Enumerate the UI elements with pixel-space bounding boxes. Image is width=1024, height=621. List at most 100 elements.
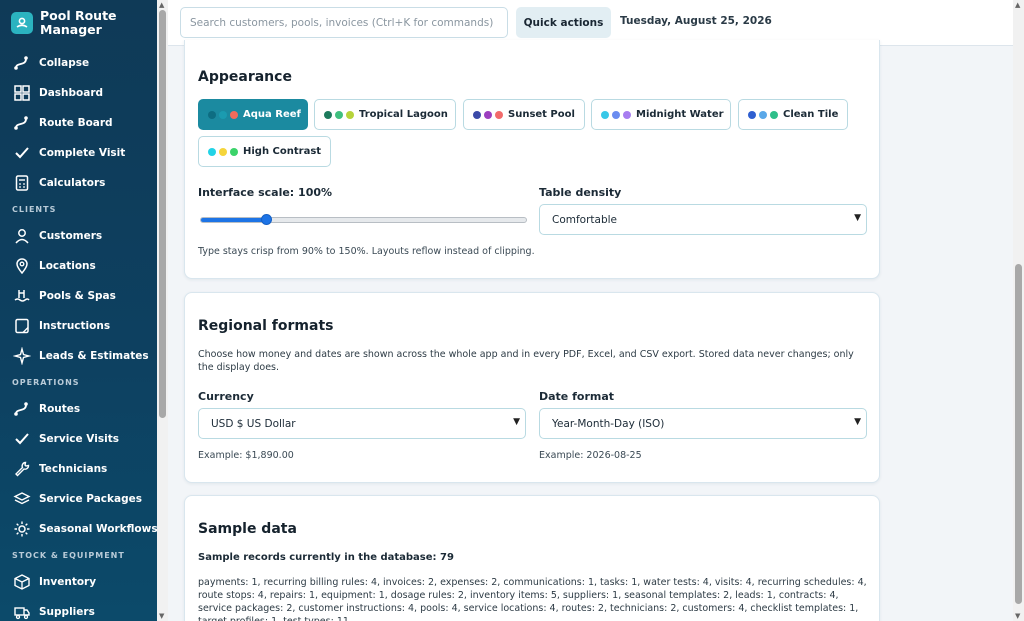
search-input[interactable] [180, 7, 508, 38]
sidebar-item-collapse[interactable]: Collapse [0, 48, 157, 78]
currency-select[interactable]: USD $ US Dollar ▼ [198, 408, 526, 439]
sidebar-item-dashboard[interactable]: Dashboard [0, 78, 157, 108]
sidebar-item-label: Customers [39, 230, 103, 242]
table-density-select[interactable]: Comfortable ▼ [539, 204, 867, 235]
brand-logo-icon [11, 12, 33, 34]
theme-sunset-pool-button[interactable]: Sunset Pool [463, 99, 585, 130]
theme-clean-tile-button[interactable]: Clean Tile [738, 99, 848, 130]
sidebar-item-label: Technicians [39, 463, 108, 475]
sidebar-item-instructions[interactable]: Instructions [0, 311, 157, 341]
sidebar-item-label: Routes [39, 403, 81, 415]
interface-scale-thumb[interactable] [261, 214, 273, 225]
chevron-down-icon: ▼ [854, 417, 861, 427]
sparkle-icon [13, 347, 31, 365]
scroll-down-icon[interactable]: ▼ [159, 612, 164, 620]
sidebar-item-suppliers[interactable]: Suppliers [0, 597, 157, 621]
regional-formats-description: Choose how money and dates are shown acr… [198, 349, 854, 373]
sidebar-item-customers[interactable]: Customers [0, 221, 157, 251]
color-swatch-icon [335, 110, 343, 119]
sidebar-item-label: Instructions [39, 320, 111, 332]
check-icon [13, 430, 31, 448]
regional-formats-card: Regional formats Choose how money and da… [184, 292, 880, 483]
note-icon [13, 317, 31, 335]
color-swatch-icon [612, 110, 620, 119]
sidebar-item-label: Leads & Estimates [39, 350, 149, 362]
sidebar-scrollbar-thumb[interactable] [159, 10, 166, 418]
currency-label: Currency [198, 390, 254, 403]
color-swatch-icon [346, 110, 354, 119]
sidebar-item-leads-and-estimates[interactable]: Leads & Estimates [0, 341, 157, 371]
table-density-value: Comfortable [552, 213, 618, 226]
main-scrollbar[interactable]: ▲ ▼ [1013, 0, 1024, 621]
sample-data-title: Sample data [198, 521, 297, 537]
dashboard-icon [13, 84, 31, 102]
current-date: Tuesday, August 25, 2026 [620, 15, 772, 27]
layers-icon [13, 490, 31, 508]
sidebar-item-technicians[interactable]: Technicians [0, 454, 157, 484]
theme-label: Clean Tile [783, 109, 839, 120]
sidebar-item-label: Dashboard [39, 87, 104, 99]
sidebar-item-service-packages[interactable]: Service Packages [0, 484, 157, 514]
sidebar-item-calculators[interactable]: Calculators [0, 168, 157, 198]
sidebar-item-label: Route Board [39, 117, 113, 129]
calculator-icon [13, 174, 31, 192]
sidebar-section-stock-and-equipment: STOCK & EQUIPMENT [12, 551, 125, 560]
date-format-label: Date format [539, 390, 615, 403]
user-icon [13, 227, 31, 245]
scroll-up-icon[interactable]: ▲ [159, 1, 164, 9]
sidebar-item-label: Service Visits [39, 433, 119, 445]
sample-records-summary: Sample records currently in the database… [198, 552, 454, 563]
color-swatch-icon [770, 110, 778, 119]
check-icon [13, 144, 31, 162]
wrench-icon [13, 460, 31, 478]
sidebar-nav: Collapse Dashboard Route Board Complete Vis… [0, 48, 157, 621]
truck-icon [13, 603, 31, 621]
table-density-label: Table density [539, 186, 622, 199]
sidebar-item-complete-visit[interactable]: Complete Visit [0, 138, 157, 168]
color-swatch-icon [208, 110, 216, 119]
theme-aqua-reef-button[interactable]: Aqua Reef [198, 99, 308, 130]
sidebar-item-routes[interactable]: Routes [0, 394, 157, 424]
sidebar-item-label: Collapse [39, 57, 90, 69]
app-name: Pool Route Manager [40, 8, 117, 37]
quick-actions-button[interactable]: Quick actions [516, 7, 611, 38]
sidebar-item-label: Inventory [39, 576, 97, 588]
sidebar-item-service-visits[interactable]: Service Visits [0, 424, 157, 454]
pin-icon [13, 257, 31, 275]
date-format-example: Example: 2026-08-25 [539, 450, 642, 461]
sidebar-item-route-board[interactable]: Route Board [0, 108, 157, 138]
interface-scale-slider[interactable] [200, 214, 527, 225]
sidebar-item-locations[interactable]: Locations [0, 251, 157, 281]
route-icon [13, 114, 31, 132]
pool-icon [13, 287, 31, 305]
sample-records-prefix: Sample records currently in the database… [198, 552, 437, 563]
sidebar-item-label: Seasonal Workflows [39, 523, 157, 535]
scale-hint: Type stays crisp from 90% to 150%. Layou… [198, 246, 535, 257]
theme-high-contrast-button[interactable]: High Contrast [198, 136, 331, 167]
sidebar-item-label: Service Packages [39, 493, 142, 505]
chevron-down-icon: ▼ [513, 417, 520, 427]
scroll-down-icon[interactable]: ▼ [1015, 612, 1020, 620]
chevron-down-icon: ▼ [854, 213, 861, 223]
sidebar-item-pools-and-spas[interactable]: Pools & Spas [0, 281, 157, 311]
theme-midnight-water-button[interactable]: Midnight Water [591, 99, 731, 130]
sample-records-list: payments: 1, recurring billing rules: 4,… [198, 577, 867, 621]
theme-label: High Contrast [243, 146, 322, 157]
sidebar-item-label: Suppliers [39, 606, 95, 618]
color-swatch-icon [759, 110, 767, 119]
scroll-up-icon[interactable]: ▲ [1015, 1, 1020, 9]
theme-tropical-lagoon-button[interactable]: Tropical Lagoon [314, 99, 456, 130]
date-format-select[interactable]: Year-Month-Day (ISO) ▼ [539, 408, 867, 439]
color-swatch-icon [219, 147, 227, 156]
sun-icon [13, 520, 31, 538]
color-swatch-icon [230, 110, 238, 119]
main-scrollbar-thumb[interactable] [1015, 264, 1022, 604]
theme-label: Tropical Lagoon [359, 109, 448, 120]
sidebar-item-inventory[interactable]: Inventory [0, 567, 157, 597]
sidebar-item-seasonal-workflows[interactable]: Seasonal Workflows [0, 514, 157, 544]
sidebar-item-label: Pools & Spas [39, 290, 116, 302]
brand[interactable]: Pool Route Manager [0, 0, 157, 48]
sidebar-scrollbar[interactable]: ▲ ▼ [157, 0, 168, 621]
date-format-value: Year-Month-Day (ISO) [552, 417, 665, 430]
sidebar-item-label: Complete Visit [39, 147, 126, 159]
